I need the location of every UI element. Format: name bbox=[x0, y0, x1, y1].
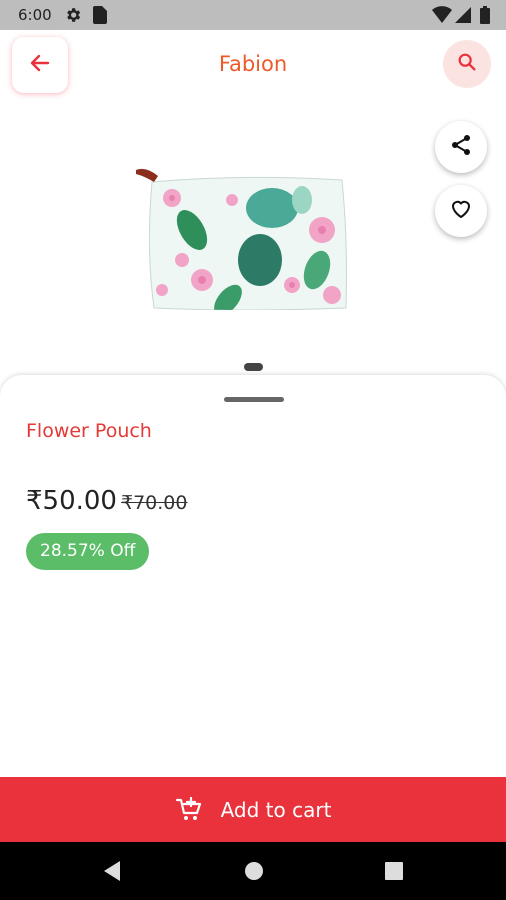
heart-icon bbox=[449, 197, 473, 226]
status-time: 6:00 bbox=[18, 6, 52, 24]
page-title: Fabion bbox=[218, 52, 288, 76]
signal-icon bbox=[455, 6, 471, 29]
sim-card-icon bbox=[93, 6, 107, 29]
share-icon bbox=[449, 133, 473, 162]
status-bar: 6:00 bbox=[0, 0, 506, 30]
drag-handle[interactable] bbox=[224, 397, 284, 402]
recents-square-icon[interactable] bbox=[382, 859, 406, 883]
favorite-button[interactable] bbox=[435, 185, 487, 237]
product-price: ₹50.00 bbox=[26, 486, 117, 516]
add-to-cart-icon bbox=[175, 796, 203, 824]
original-price: ₹70.00 bbox=[121, 492, 188, 514]
home-circle-icon[interactable] bbox=[242, 859, 266, 883]
search-icon bbox=[456, 51, 478, 78]
battery-icon bbox=[480, 6, 490, 29]
product-details-sheet: Flower Pouch ₹50.00 ₹70.00 28.57% Off bbox=[0, 375, 506, 795]
add-to-cart-label: Add to cart bbox=[220, 797, 332, 822]
back-triangle-icon[interactable] bbox=[100, 859, 124, 883]
wifi-icon bbox=[432, 6, 452, 29]
share-button[interactable] bbox=[435, 121, 487, 173]
search-button[interactable] bbox=[443, 40, 491, 88]
discount-badge: 28.57% Off bbox=[26, 533, 150, 570]
system-nav-bar bbox=[0, 842, 506, 900]
product-name: Flower Pouch bbox=[26, 420, 152, 442]
add-to-cart-button[interactable]: Add to cart bbox=[0, 777, 506, 842]
flower-pouch-image bbox=[132, 160, 352, 311]
carousel-indicator[interactable] bbox=[244, 363, 263, 371]
app-header: Fabion bbox=[0, 30, 506, 102]
settings-icon bbox=[64, 6, 82, 29]
